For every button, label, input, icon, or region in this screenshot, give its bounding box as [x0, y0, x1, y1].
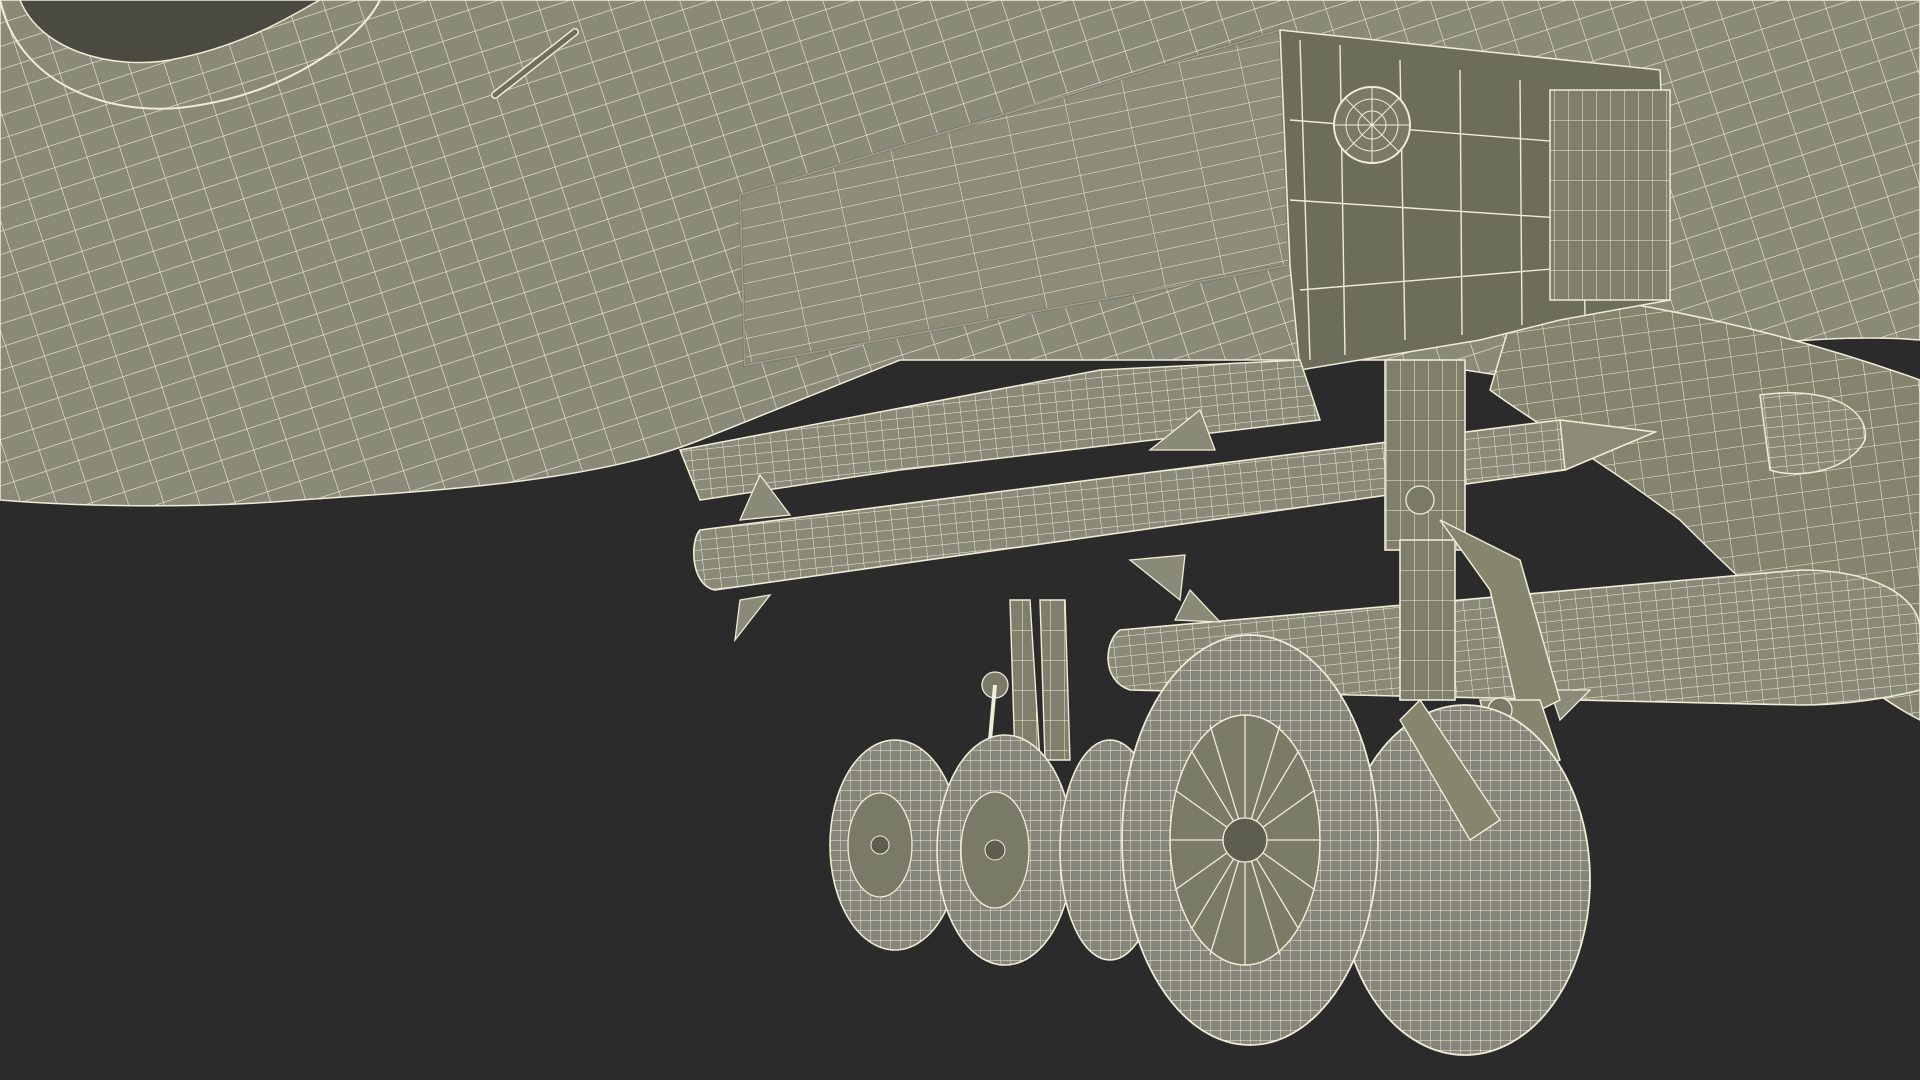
- wireframe-render-viewport: [0, 0, 1920, 1080]
- aux-wheel-center: [936, 734, 1074, 966]
- bay-door-right: [1549, 89, 1671, 301]
- aircraft-underside-wireframe: [0, 0, 1920, 1056]
- main-wheel-rear: [1339, 704, 1591, 1056]
- main-wheel-front: [1121, 634, 1379, 1046]
